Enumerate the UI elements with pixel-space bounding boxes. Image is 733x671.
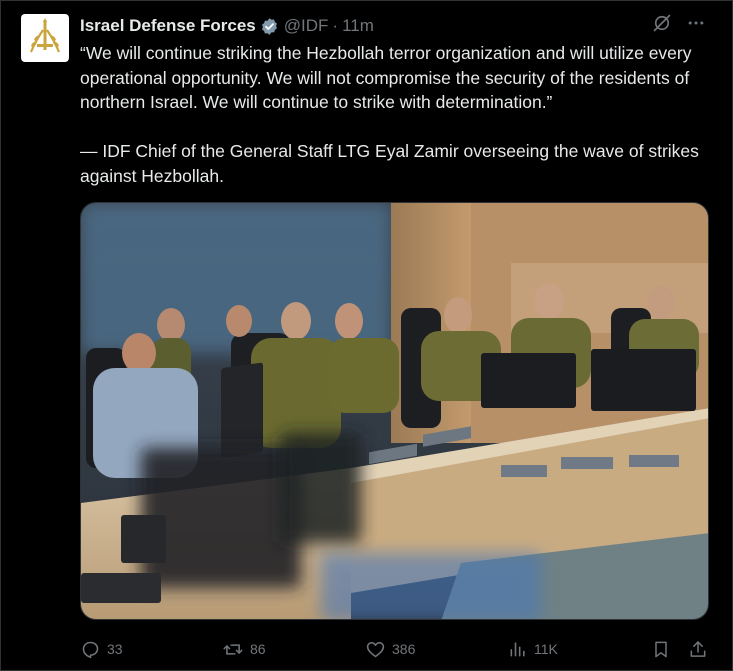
tweet-photo[interactable] xyxy=(80,202,709,620)
timestamp[interactable]: 11m xyxy=(342,16,374,36)
tweet-text: “We will continue striking the Hezbollah… xyxy=(80,41,715,188)
repost-button[interactable]: 86 xyxy=(222,637,266,661)
header-actions xyxy=(652,13,706,38)
separator-dot: · xyxy=(332,16,339,35)
like-button[interactable]: 386 xyxy=(365,637,415,661)
tweet-actions: 33 86 386 11K xyxy=(80,637,710,661)
heart-icon xyxy=(365,639,386,660)
grok-icon[interactable] xyxy=(652,13,672,38)
more-icon[interactable] xyxy=(686,13,706,38)
author-handle[interactable]: @IDF xyxy=(284,16,329,36)
bookmark-button[interactable] xyxy=(651,637,671,661)
share-icon xyxy=(688,639,708,660)
bookmark-icon xyxy=(651,639,671,660)
repost-icon xyxy=(222,639,244,660)
tweet-quote: “We will continue striking the Hezbollah… xyxy=(80,43,692,112)
views-button[interactable]: 11K xyxy=(508,637,558,661)
like-count: 386 xyxy=(392,641,416,657)
tweet-header: Israel Defense Forces @IDF · 11m xyxy=(80,15,374,37)
idf-emblem-icon[interactable] xyxy=(21,14,69,62)
views-count: 11K xyxy=(534,641,558,657)
reply-icon xyxy=(80,639,101,660)
display-name[interactable]: Israel Defense Forces xyxy=(80,16,256,36)
views-icon xyxy=(508,639,528,659)
reply-button[interactable]: 33 xyxy=(80,637,123,661)
tweet[interactable]: Israel Defense Forces @IDF · 11m “We wil… xyxy=(0,0,733,671)
reply-count: 33 xyxy=(107,641,123,657)
verified-badge-icon[interactable] xyxy=(260,17,279,36)
tweet-attribution: — IDF Chief of the General Staff LTG Eya… xyxy=(80,141,699,186)
share-button[interactable] xyxy=(688,637,708,661)
repost-count: 86 xyxy=(250,641,266,657)
